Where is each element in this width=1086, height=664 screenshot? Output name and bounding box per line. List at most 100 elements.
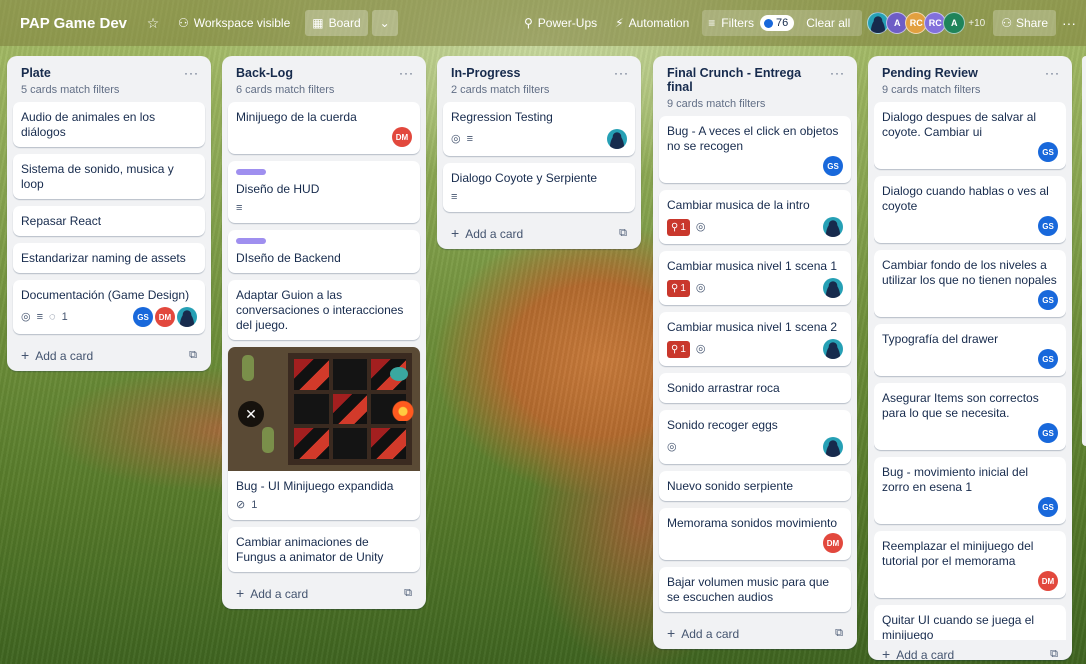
card-label[interactable] [236,238,266,244]
member-avatar[interactable]: A [943,12,966,34]
card[interactable]: Diseño de HUD ≡ [228,161,420,223]
list-title[interactable]: In-Progress [451,66,520,80]
card[interactable]: Quitar UI cuando se juega el minijuego D… [874,605,1066,640]
card[interactable]: Cambiar musica nivel 1 scena 1 ⚲ 1 ◎ [659,251,851,305]
card[interactable]: Dialogo despues de salvar al coyote. Cam… [874,102,1066,169]
card-title: DIseño de Backend [236,251,341,265]
avatar-gs[interactable]: GS [133,307,153,327]
card[interactable]: Documentación (Game Design) ◎ ≡ ◌ 1 GS D… [13,280,205,334]
list-header: Back-Log ··· [228,64,420,80]
list-filter-count: 5 cards match filters [21,84,120,96]
bolt-icon: ⚡ [615,16,624,30]
card[interactable]: Minijuego de la cuerda DM [228,102,420,154]
automation-button[interactable]: ⚡ Automation [608,12,696,34]
star-icon[interactable]: ☆ [141,11,165,35]
card-title: Audio de animales en los diálogos [21,110,156,139]
add-card-button[interactable]: + Add a card ⧉ [13,341,205,365]
card[interactable]: Repasar React [13,206,205,236]
card[interactable]: Bajar volumen music para que se escuchen… [659,567,851,612]
card[interactable]: Cambiar musica de la intro ⚲ 1 ◎ [659,190,851,244]
board-title[interactable]: PAP Game Dev [14,11,133,36]
avatar-gs[interactable]: GS [1038,349,1058,369]
card[interactable]: ✕ Bug - UI Minijuego expandida ⊘ 1 [228,347,420,520]
avatar-gs[interactable]: GS [1038,497,1058,517]
card[interactable]: Bug - A veces el click en objetos no se … [659,116,851,183]
list-title[interactable]: Final Crunch - Entrega final [667,66,830,94]
card[interactable]: Estandarizar naming de assets [13,243,205,273]
list-menu-icon[interactable]: ··· [184,66,199,80]
avatar-dm[interactable]: DM [1038,571,1058,591]
list-menu-icon[interactable]: ··· [399,66,414,80]
avatar-photo[interactable] [823,437,843,457]
card[interactable]: DIseño de Backend [228,230,420,273]
list-title[interactable]: Pending Review [882,66,978,80]
card-members: GS DM [131,307,197,327]
list-cards-scroll[interactable]: Dialogo despues de salvar al coyote. Cam… [874,102,1066,640]
close-icon[interactable]: ✕ [238,401,264,427]
card[interactable]: Asegurar Items son correctos para lo que… [874,383,1066,450]
list-title[interactable]: Plate [21,66,51,80]
share-button[interactable]: ⚇ Share [993,10,1056,36]
board-menu-icon[interactable]: ··· [1062,15,1076,31]
visibility-button[interactable]: ⚇ Workspace visible [171,12,297,34]
add-card-button[interactable]: + Add a card ⧉ [874,640,1066,660]
card[interactable]: Audio de animales en los diálogos [13,102,205,147]
avatar-dm[interactable]: DM [155,307,175,327]
add-card-button[interactable]: + Add a card ⧉ [228,579,420,603]
card[interactable]: Memorama sonidos movimiento DM [659,508,851,560]
card[interactable]: Sistema de sonido, musica y loop [13,154,205,199]
card[interactable]: Bug - movimiento inicial del zorro en es… [874,457,1066,524]
list-menu-icon[interactable]: ··· [1045,66,1060,80]
card[interactable]: Adaptar Guion a las conversaciones o int… [228,280,420,340]
filters-button[interactable]: ≡ Filters 76 Clear all [702,10,863,36]
avatar-dm[interactable]: DM [823,533,843,553]
card-cover-image: ✕ [228,347,420,471]
card-template-icon[interactable]: ⧉ [619,227,627,240]
avatar-dm[interactable]: DM [392,127,412,147]
board-view-button[interactable]: ▦ Board [305,10,368,36]
card-template-icon[interactable]: ⧉ [835,627,843,640]
more-members-count[interactable]: +10 [968,18,985,29]
list-filter-count: 9 cards match filters [667,98,766,110]
list-in-progress: In-Progress ··· 2 cards match filters Re… [437,56,641,249]
card[interactable]: Reemplazar el minijuego del tutorial por… [874,531,1066,598]
avatar-photo[interactable] [823,278,843,298]
avatar-photo[interactable] [823,339,843,359]
card[interactable]: Cambiar musica nivel 1 scena 2 ⚲ 1 ◎ [659,312,851,366]
avatar-gs[interactable]: GS [1038,423,1058,443]
avatar-gs[interactable]: GS [1038,216,1058,236]
clear-all-button[interactable]: Clear all [800,13,856,33]
list-header: Pending Review ··· [874,64,1066,80]
card[interactable]: Sonido arrastrar roca [659,373,851,403]
comment-icon: ◌ [49,310,56,323]
card-template-icon[interactable]: ⧉ [189,349,197,362]
card[interactable]: Typografía del drawer GS [874,324,1066,376]
card[interactable]: Nuevo sonido serpiente [659,471,851,501]
card-template-icon[interactable]: ⧉ [404,587,412,600]
card[interactable]: Cambiar fondo de los niveles a utilizar … [874,250,1066,317]
avatar-gs[interactable]: GS [1038,290,1058,310]
card-label[interactable] [236,169,266,175]
list-next-partial[interactable] [1082,56,1086,446]
avatar-photo[interactable] [177,307,197,327]
card[interactable]: Dialogo Coyote y Serpiente ≡ [443,163,635,212]
list-title[interactable]: Back-Log [236,66,293,80]
card-template-icon[interactable]: ⧉ [1050,648,1058,661]
avatar-photo[interactable] [823,217,843,237]
list-menu-icon[interactable]: ··· [614,66,629,80]
card[interactable]: Cambiar animaciones de Fungus a animator… [228,527,420,572]
avatar-gs[interactable]: GS [1038,142,1058,162]
chevron-down-icon: ⌄ [379,16,390,30]
card[interactable]: Regression Testing ◎ ≡ [443,102,635,156]
add-card-button[interactable]: + Add a card ⧉ [443,219,635,243]
board-members[interactable]: A RC RC A [867,12,966,34]
power-ups-button[interactable]: ⚲ Power-Ups [517,12,604,34]
avatar-gs[interactable]: GS [823,156,843,176]
views-dropdown-button[interactable]: ⌄ [371,10,398,36]
board-header: PAP Game Dev ☆ ⚇ Workspace visible ▦ Boa… [0,0,1086,46]
card[interactable]: Sonido recoger eggs ◎ [659,410,851,464]
avatar-photo[interactable] [607,129,627,149]
list-menu-icon[interactable]: ··· [830,66,845,80]
add-card-button[interactable]: + Add a card ⧉ [659,619,851,643]
card[interactable]: Dialogo cuando hablas o ves al coyote GS [874,176,1066,243]
